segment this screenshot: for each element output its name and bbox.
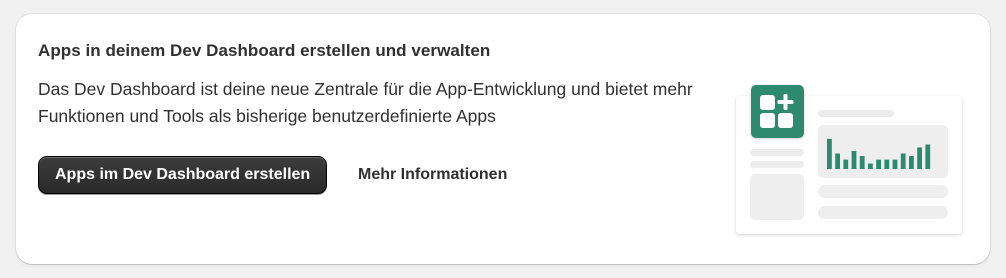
- dashboard-illustration: [736, 85, 962, 234]
- chart-bar: [827, 138, 832, 169]
- mockup-line: [750, 161, 804, 168]
- chart-bar: [900, 153, 906, 169]
- chart-bar: [835, 153, 840, 169]
- more-info-link[interactable]: Mehr Informationen: [350, 156, 515, 194]
- chart-bar: [851, 151, 857, 169]
- chart-bar: [884, 159, 890, 169]
- chart-bar: [876, 159, 881, 169]
- chart-bar: [859, 156, 865, 169]
- mockup-block: [750, 174, 804, 220]
- create-apps-button[interactable]: Apps im Dev Dashboard erstellen: [38, 156, 328, 194]
- chart-bar: [917, 147, 922, 169]
- card-title: Apps in deinem Dev Dashboard erstellen u…: [38, 41, 491, 60]
- app-grid-plus-icon: [751, 85, 804, 138]
- mockup-line: [818, 206, 948, 219]
- chart-bar: [843, 159, 849, 169]
- mockup-line: [818, 185, 948, 198]
- mockup-line: [750, 149, 804, 156]
- chart-bar: [909, 156, 914, 169]
- chart-bar: [892, 159, 898, 169]
- chart-bar: [925, 144, 931, 169]
- card-description: Das Dev Dashboard ist deine neue Zentral…: [38, 79, 693, 126]
- mockup-line: [818, 110, 894, 117]
- dev-dashboard-card: Apps in deinem Dev Dashboard erstellen u…: [16, 14, 990, 264]
- chart-bar: [868, 163, 873, 169]
